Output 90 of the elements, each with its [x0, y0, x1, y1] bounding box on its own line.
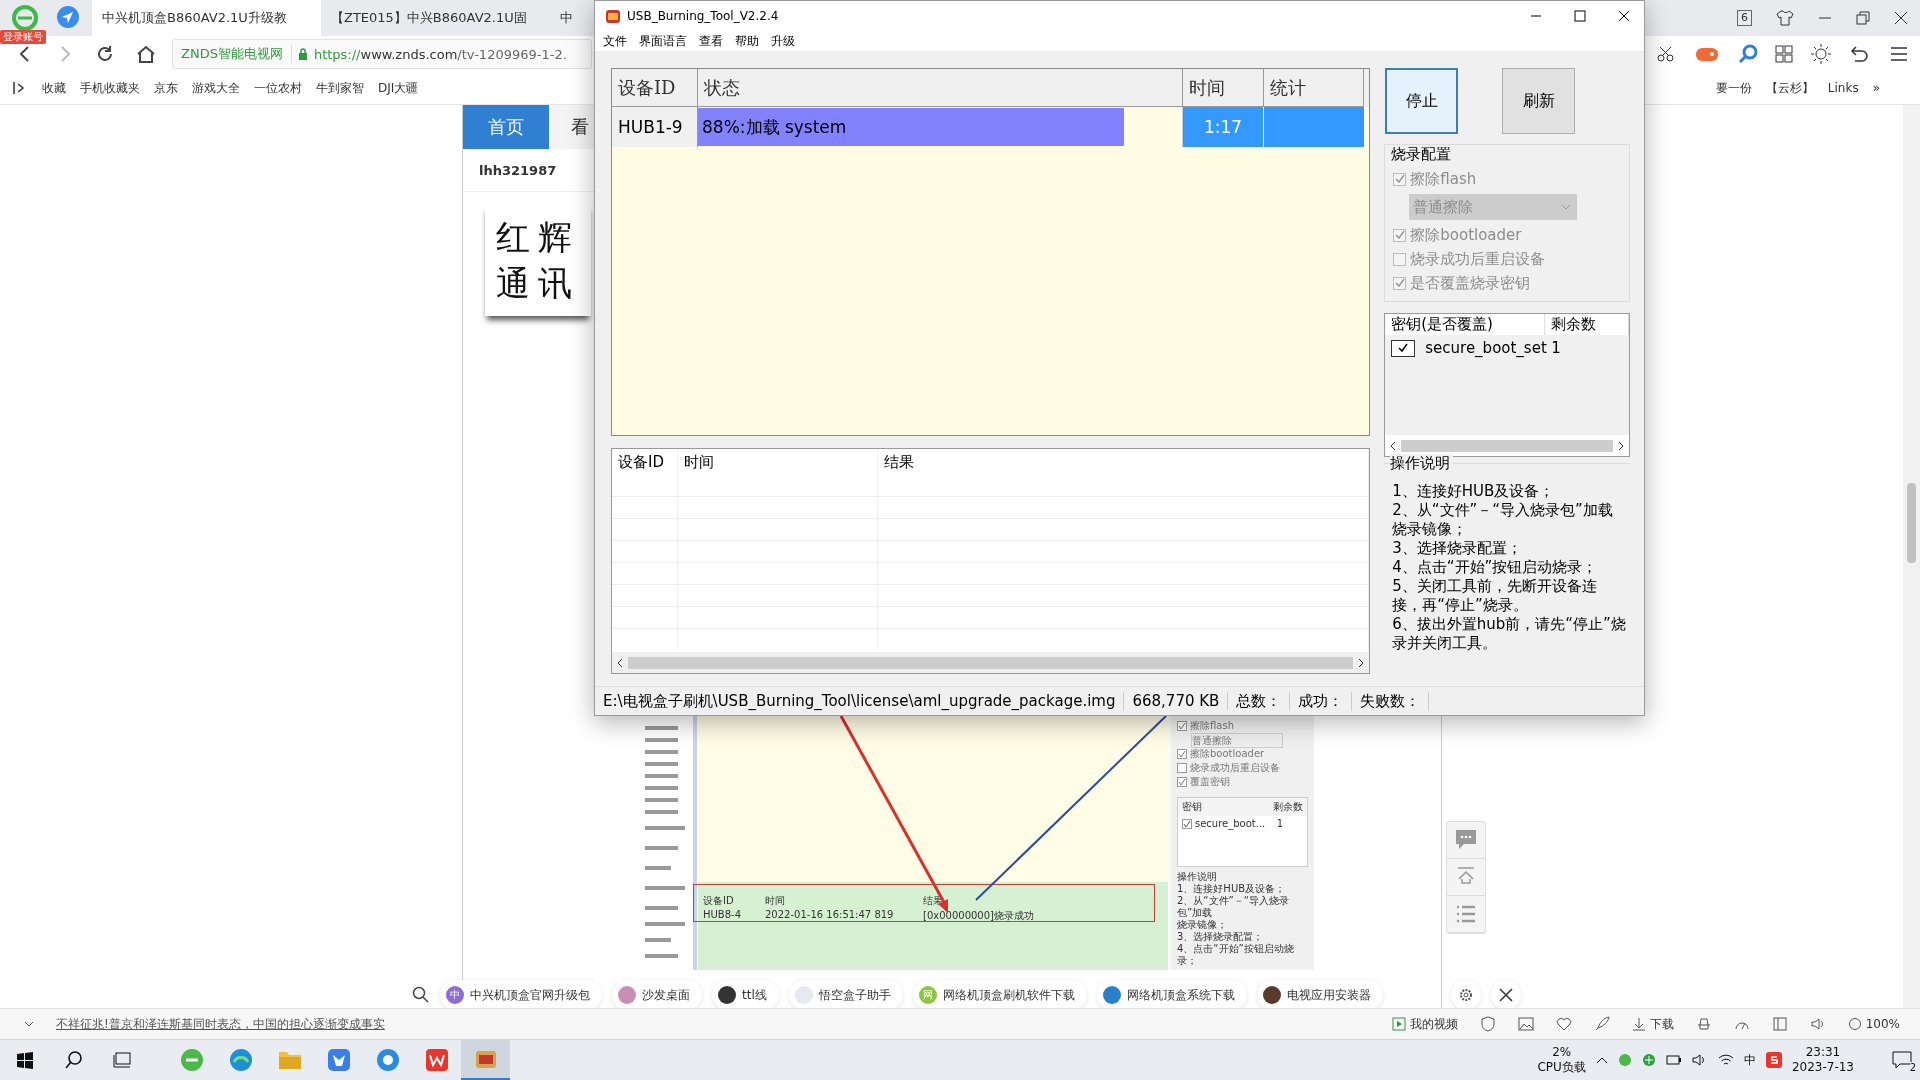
- instruction-line: 1、连接好HUB及设备；: [1392, 482, 1556, 501]
- bookmark-link[interactable]: 手机收藏夹: [80, 79, 140, 97]
- table-cell-text: 1: [1550, 338, 1562, 359]
- address-field[interactable]: ZNDS智能电视网 https://www.znds.com/tv-1209969-1-2.: [172, 39, 592, 69]
- column-header: 结果: [878, 449, 1370, 496]
- group-title: 烧录配置: [1391, 145, 1452, 164]
- clock[interactable]: 23:31 2023-7-13: [1791, 1045, 1854, 1075]
- my-videos-button[interactable]: 我的视频: [1391, 1015, 1458, 1033]
- search-suggestion-chip[interactable]: 网 网络机顶盒刷机软件下载: [912, 980, 1087, 1008]
- chip-icon: 网: [918, 986, 937, 1004]
- search-suggestion-chip[interactable]: 沙发桌面: [612, 980, 702, 1008]
- status-text: 失败数：: [1352, 691, 1430, 711]
- table-cell: 1: [1276, 818, 1283, 829]
- nav-tab[interactable]: 看: [549, 105, 593, 149]
- more-bookmarks-button[interactable]: »: [1872, 81, 1920, 95]
- logo-card: 红辉 通讯: [485, 204, 591, 316]
- instruction-line: 3、选择烧录配置；: [1392, 539, 1523, 558]
- checkbox-label: 是否覆盖烧录密钥: [1410, 273, 1531, 293]
- search-suggestion-chip[interactable]: 中 中兴机顶盒官网升级包: [440, 980, 602, 1008]
- bookmark-link[interactable]: 【云杉】: [1765, 79, 1814, 97]
- menu-item[interactable]: 查看: [699, 32, 723, 50]
- search-suggestion-chip[interactable]: ttl线: [712, 980, 779, 1008]
- checkbox-label: 擦除flash: [1190, 719, 1234, 733]
- chip-icon: 中: [446, 986, 464, 1004]
- column-header: 密钥(是否覆盖): [1385, 314, 1546, 335]
- checkbox-label: 烧录成功后重启设备: [1190, 761, 1280, 775]
- status-text: 668,770 KB: [1124, 692, 1229, 710]
- column-header: 设备ID: [703, 894, 735, 908]
- menu-item[interactable]: 帮助: [735, 32, 759, 50]
- news-link[interactable]: 不祥征兆!普京和泽连斯基同时表态，中国的担心逐渐变成事实: [56, 1015, 385, 1033]
- table-cell: secure_boot...: [1195, 818, 1266, 829]
- bookmark-link[interactable]: 京东: [154, 79, 178, 97]
- checkbox-label: 覆盖密钥: [1190, 775, 1230, 789]
- column-header: 时间: [678, 449, 878, 496]
- column-header: 密钥: [1182, 800, 1202, 814]
- login-badge[interactable]: 登录账号: [0, 30, 46, 44]
- cpu-meter[interactable]: 2% CPU负载: [1537, 1045, 1586, 1075]
- instruction-line: 6、拔出外置hub前，请先“停止”烧录并关闭工具。: [1392, 615, 1626, 653]
- status-text: 总数：: [1228, 691, 1291, 711]
- status-text: E:\电视盒子刷机\USB_Burning_Tool\license\aml_upgrade_package.img: [595, 691, 1125, 711]
- download-button[interactable]: 下载: [1631, 1015, 1674, 1033]
- nav-tab[interactable]: 首页: [463, 105, 549, 149]
- tab-count[interactable]: 6: [1737, 10, 1752, 26]
- instruction-line: 烧录镜像；: [1177, 919, 1228, 931]
- column-header: 状态: [698, 69, 1183, 107]
- bookmark-link[interactable]: 要一份: [1715, 79, 1752, 97]
- bookmark-link[interactable]: 游戏大全: [192, 79, 240, 97]
- status-text: 成功：: [1290, 691, 1353, 711]
- checkbox-label: 擦除bootloader: [1410, 225, 1522, 245]
- instruction-line: 4、点击“开始”按钮启动烧录；: [1392, 558, 1599, 577]
- column-header: 时间: [765, 894, 786, 908]
- table-cell-text: HUB8-4: [703, 909, 743, 922]
- instruction-line: 1、连接好HUB及设备；: [1177, 883, 1287, 895]
- instruction-line: 4、点击“开始”按钮启动烧录；: [1177, 943, 1295, 967]
- checkbox-label: 烧录成功后重启设备: [1410, 249, 1546, 269]
- input-method[interactable]: 中: [1743, 1051, 1756, 1069]
- action-button[interactable]: 刷新: [1502, 68, 1576, 134]
- menu-item[interactable]: 文件: [603, 32, 627, 50]
- action-button[interactable]: 停止: [1385, 68, 1459, 134]
- instruction-line: 5、关闭工具前，先断开设备连接，再“停止”烧录。: [1392, 577, 1598, 615]
- bookmark-link[interactable]: Links: [1827, 81, 1859, 95]
- table-cell-text: 2022-01-16 16:51:47 819: [765, 909, 895, 922]
- group-title: 操作说明: [1390, 454, 1454, 473]
- column-header: 剩余数: [1545, 314, 1629, 335]
- table-cell: HUB1-9: [612, 107, 698, 147]
- bookmark-link[interactable]: 牛到家智: [316, 79, 364, 97]
- checkbox-label: 擦除flash: [1410, 169, 1477, 189]
- zoom-button[interactable]: 100%: [1847, 1017, 1900, 1031]
- instruction-line: 3、选择烧录配置；: [1177, 931, 1265, 943]
- search-suggestion-chip[interactable]: 电视应用安装器: [1256, 980, 1383, 1008]
- window-title: USB_Burning_Tool_V2.2.4: [627, 9, 779, 23]
- search-suggestion-chip[interactable]: 悟空盒子助手: [788, 980, 903, 1008]
- instruction-line: 2、从“文件”－“导入烧录包”加载烧录镜像；: [1392, 501, 1614, 539]
- checkbox-label: 擦除bootloader: [1190, 747, 1265, 761]
- username[interactable]: lhh321987: [479, 162, 557, 178]
- menu-item[interactable]: 界面语言: [639, 32, 687, 50]
- bookmark-link[interactable]: 收藏: [42, 79, 66, 97]
- bookmark-link[interactable]: 一位农村: [254, 79, 302, 97]
- table-cell-text: secure_boot_set: [1424, 338, 1548, 359]
- table-cell: 1:17: [1183, 107, 1264, 147]
- progress-bar: 88%:加载 system: [698, 107, 1183, 147]
- browser-tab[interactable]: 中兴机顶盒B860AV2.1U升级教: [92, 0, 321, 36]
- search-suggestion-chip[interactable]: 网络机顶盒系统下载: [1096, 980, 1247, 1008]
- section-title: 操作说明: [1177, 871, 1218, 883]
- column-header: 剩余数: [1273, 800, 1303, 814]
- column-header: 设备ID: [612, 449, 678, 496]
- table-cell: [0x00000000]烧录成功: [923, 909, 1034, 923]
- instruction-line: 2、从“文件”－“导入烧录包”加载: [1177, 895, 1290, 919]
- bookmark-link[interactable]: DJI大疆: [378, 79, 419, 97]
- menu-item[interactable]: 升级: [771, 32, 795, 50]
